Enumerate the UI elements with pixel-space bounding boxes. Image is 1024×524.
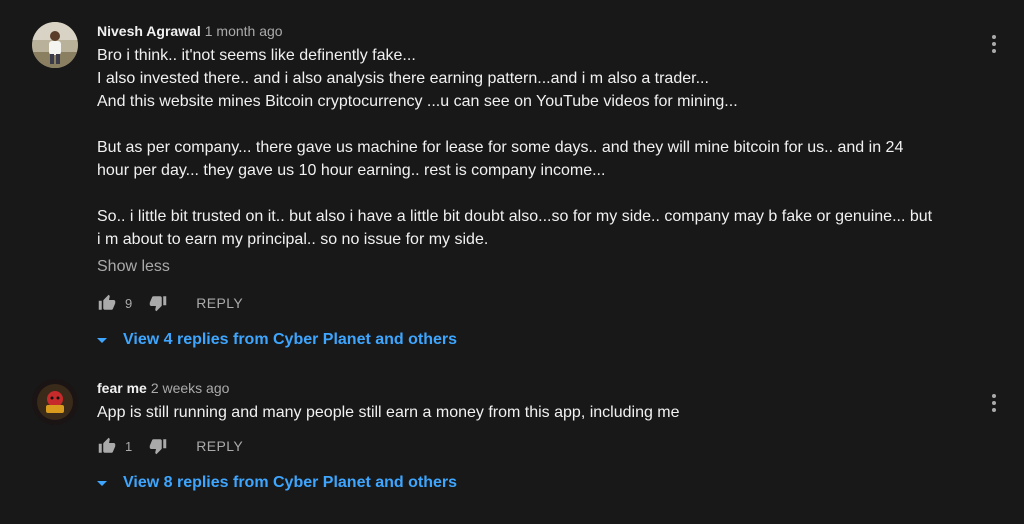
avatar[interactable] bbox=[32, 379, 78, 425]
avatar-image bbox=[32, 379, 78, 425]
avatar[interactable] bbox=[32, 22, 78, 68]
caret-down-icon bbox=[97, 480, 107, 486]
comment-text-line bbox=[97, 113, 987, 136]
comment-text: Bro i think.. it'not seems like definent… bbox=[97, 44, 987, 251]
comment-text-line bbox=[97, 182, 987, 205]
thumbs-down-icon[interactable] bbox=[148, 293, 168, 313]
comment-header: Nivesh Agrawal 1 month ago bbox=[97, 18, 987, 44]
caret-down-icon bbox=[97, 337, 107, 343]
view-replies-button[interactable]: View 4 replies from Cyber Planet and oth… bbox=[97, 325, 987, 355]
thumbs-up-icon[interactable] bbox=[97, 293, 117, 313]
author-name[interactable]: Nivesh Agrawal bbox=[97, 23, 201, 39]
comment-text-line: I also invested there.. and i also analy… bbox=[97, 70, 709, 87]
avatar-image bbox=[32, 22, 78, 68]
thumbs-up-icon[interactable] bbox=[97, 436, 117, 456]
comment-actions: 1 REPLY bbox=[97, 430, 987, 462]
comment-text-line: And this website mines Bitcoin cryptocur… bbox=[97, 93, 738, 110]
comment-text-line: hour per day... they gave us 10 hour ear… bbox=[97, 162, 606, 179]
author-name[interactable]: fear me bbox=[97, 380, 147, 396]
view-replies-label: View 4 replies from Cyber Planet and oth… bbox=[123, 331, 458, 348]
comment-text-line: i m about to earn my principal.. so no i… bbox=[97, 231, 489, 248]
reply-button[interactable]: REPLY bbox=[196, 438, 243, 454]
view-replies-button[interactable]: View 8 replies from Cyber Planet and oth… bbox=[97, 468, 987, 498]
comment-text-line: But as per company... there gave us mach… bbox=[97, 139, 904, 156]
show-less-button[interactable]: Show less bbox=[97, 255, 987, 279]
comment-body: Nivesh Agrawal 1 month ago Bro i think.. … bbox=[97, 18, 987, 355]
view-replies-label: View 8 replies from Cyber Planet and oth… bbox=[123, 474, 458, 491]
comment-text: App is still running and many people sti… bbox=[97, 401, 987, 424]
like-count: 1 bbox=[125, 438, 133, 454]
comment-text-line: App is still running and many people sti… bbox=[97, 404, 680, 421]
comment-body: fear me 2 weeks ago App is still running … bbox=[97, 375, 987, 498]
reply-button[interactable]: REPLY bbox=[196, 295, 243, 311]
comment-text-line: So.. i little bit trusted on it.. but al… bbox=[97, 208, 933, 225]
comment-header: fear me 2 weeks ago bbox=[97, 375, 987, 401]
thumbs-down-icon[interactable] bbox=[148, 436, 168, 456]
comment-timestamp[interactable]: 2 weeks ago bbox=[151, 380, 230, 396]
comment-text-line: Bro i think.. it'not seems like definent… bbox=[97, 47, 416, 64]
comment-actions: 9 REPLY bbox=[97, 287, 987, 319]
more-vert-icon[interactable] bbox=[982, 391, 1006, 415]
like-count: 9 bbox=[125, 295, 133, 311]
comment-timestamp[interactable]: 1 month ago bbox=[205, 23, 283, 39]
more-vert-icon[interactable] bbox=[982, 32, 1006, 56]
